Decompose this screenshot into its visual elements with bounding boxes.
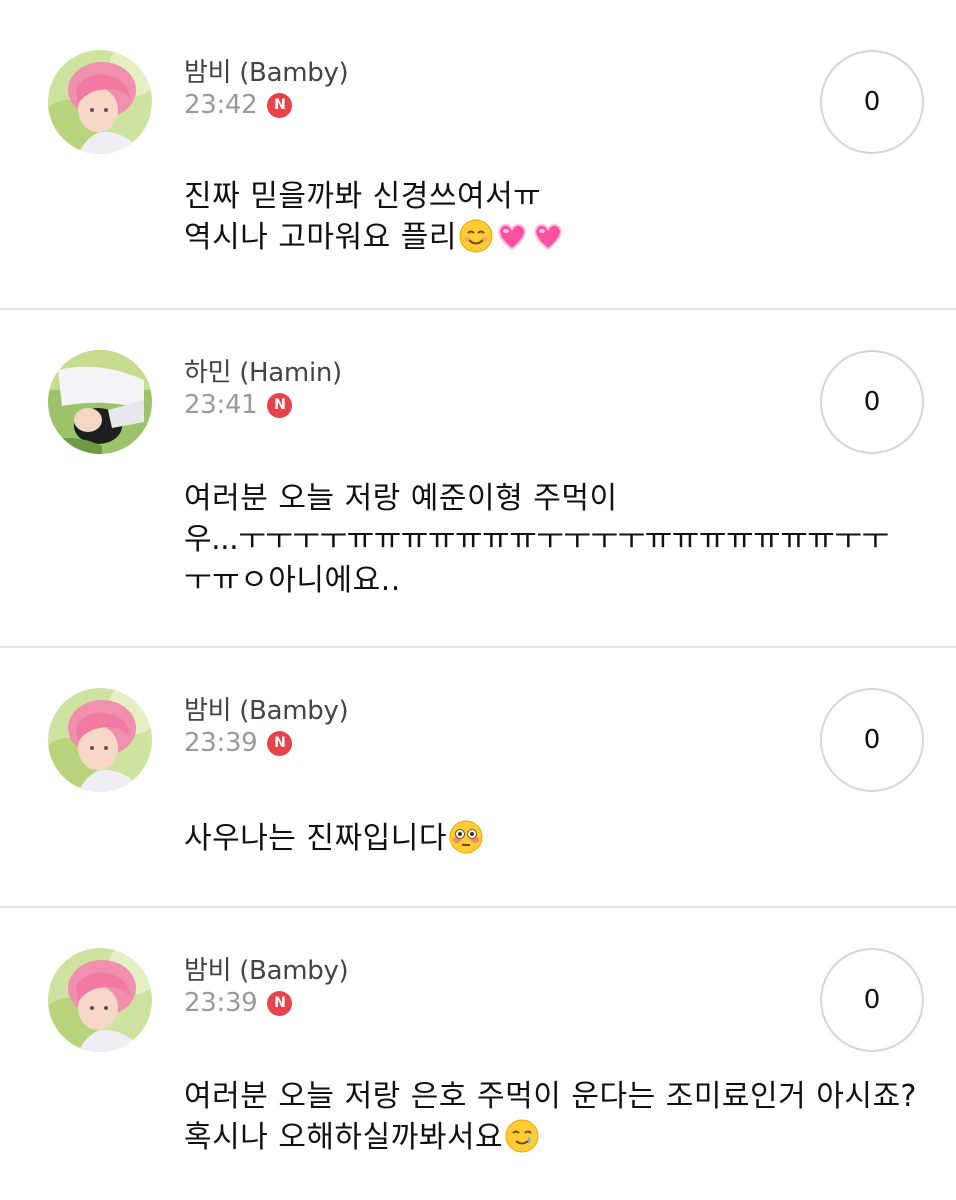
comment-text: 여러분 오늘 저랑 은호 주먹이 운다는 조미료인거 아시죠? 혹시나 오해하실… (184, 1076, 917, 1158)
comment-line: 우...ㅜㅜㅜㅜㅠㅠㅠㅠㅠㅠㅠㅜㅜㅜㅜㅠㅠㅠㅠㅠㅠㅠㅜㅜ (184, 522, 889, 557)
new-badge: N (267, 92, 293, 118)
like-count-button[interactable]: 0 (820, 350, 924, 454)
flushed-face-icon (449, 820, 483, 854)
heart-icon (495, 219, 529, 253)
author-name[interactable]: 밤비 (Bamby) (184, 52, 349, 89)
avatar[interactable] (48, 350, 152, 454)
comment-line: 진짜 믿을까봐 신경쓰여서ㅠ (184, 179, 542, 214)
comment-meta: 23:39 N (184, 728, 293, 758)
comment-item: 밤비 (Bamby) 23:39 N 0 여러분 오늘 저랑 은호 주먹이 운다… (0, 908, 956, 1200)
comment-line: 역시나 고마워요 플리 (184, 220, 457, 255)
comment-text: 여러분 오늘 저랑 예준이형 주먹이 우...ㅜㅜㅜㅜㅠㅠㅠㅠㅠㅠㅠㅜㅜㅜㅜㅠㅠ… (184, 478, 904, 601)
new-badge: N (267, 990, 293, 1016)
comment-line: ㅜㅠㅇ아니에요.. (184, 563, 401, 598)
like-count-button[interactable]: 0 (820, 948, 924, 1052)
comment-line-with-emoji: 역시나 고마워요 플리 (184, 217, 904, 258)
smiling-face-with-tear-icon (505, 1119, 539, 1153)
heart-icon (531, 219, 565, 253)
comment-item: 밤비 (Bamby) 23:42 N 0 진짜 믿을까봐 신경쓰여서ㅠ 역시나 … (0, 0, 956, 310)
new-badge: N (267, 392, 293, 418)
avatar[interactable] (48, 688, 152, 792)
comment-feed: 밤비 (Bamby) 23:42 N 0 진짜 믿을까봐 신경쓰여서ㅠ 역시나 … (0, 0, 956, 1200)
avatar[interactable] (48, 948, 152, 1052)
comment-item: 밤비 (Bamby) 23:39 N 0 사우나는 진짜입니다 (0, 648, 956, 908)
comment-meta: 23:41 N (184, 390, 293, 420)
comment-line: 사우나는 진짜입니다 (184, 821, 447, 856)
comment-meta: 23:42 N (184, 90, 293, 120)
comment-line-with-emoji: 혹시나 오해하실까봐서요 (184, 1117, 904, 1158)
timestamp: 23:41 (184, 390, 258, 420)
avatar[interactable] (48, 50, 152, 154)
timestamp: 23:39 (184, 988, 258, 1018)
like-count-button[interactable]: 0 (820, 50, 924, 154)
author-name[interactable]: 밤비 (Bamby) (184, 950, 349, 987)
comment-meta: 23:39 N (184, 988, 293, 1018)
like-count-button[interactable]: 0 (820, 688, 924, 792)
timestamp: 23:39 (184, 728, 258, 758)
smiling-face-icon (459, 219, 493, 253)
comment-line: 여러분 오늘 저랑 예준이형 주먹이 (184, 481, 618, 516)
timestamp: 23:42 (184, 90, 258, 120)
comment-item: 하민 (Hamin) 23:41 N 0 여러분 오늘 저랑 예준이형 주먹이 … (0, 310, 956, 648)
author-name[interactable]: 하민 (Hamin) (184, 352, 342, 389)
comment-text: 진짜 믿을까봐 신경쓰여서ㅠ 역시나 고마워요 플리 (184, 176, 904, 258)
new-badge: N (267, 730, 293, 756)
comment-line: 혹시나 오해하실까봐서요 (184, 1120, 504, 1155)
comment-line: 여러분 오늘 저랑 은호 주먹이 운다는 조미료인거 아시죠? (184, 1079, 917, 1114)
author-name[interactable]: 밤비 (Bamby) (184, 690, 349, 727)
comment-line-with-emoji: 사우나는 진짜입니다 (184, 818, 904, 859)
comment-text: 사우나는 진짜입니다 (184, 818, 904, 859)
